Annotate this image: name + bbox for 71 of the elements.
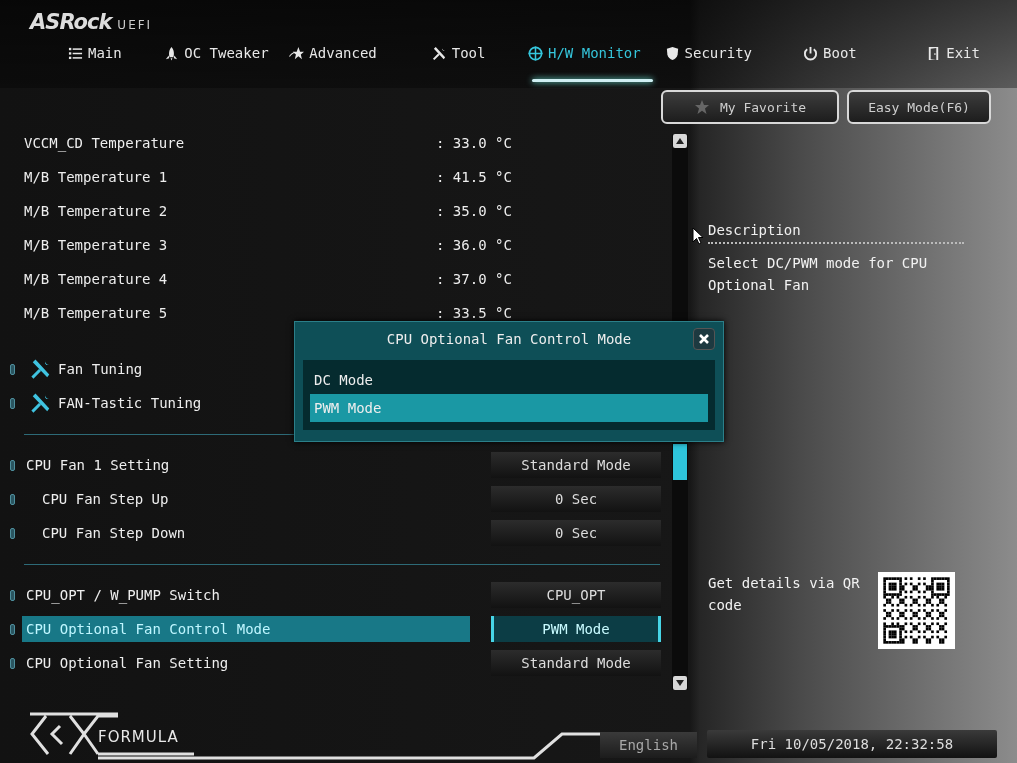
power-icon [803, 45, 819, 61]
sensor-label: M/B Temperature 2 [24, 203, 169, 219]
bullet-icon [10, 527, 15, 539]
triangle-down-icon [676, 680, 684, 686]
scroll-down-button[interactable] [673, 676, 687, 690]
crosshair-icon [528, 45, 543, 61]
formula-logo-text: FORMULA [98, 728, 179, 746]
setting-label[interactable]: CPU Fan Step Down [22, 520, 470, 546]
list-icon [68, 45, 83, 61]
date-time: Fri 10/05/2018, 22:32:58 [707, 730, 997, 758]
scroll-thumb[interactable] [673, 444, 687, 480]
bullet-icon [10, 493, 15, 505]
brand-logo: ASRock [30, 10, 112, 34]
logo-suffix: UEFI [117, 18, 153, 32]
setting-value-button[interactable]: Standard Mode [491, 650, 661, 676]
pointer-icon [692, 227, 704, 245]
sensor-reading: : 35.0 °C [436, 203, 512, 219]
triangle-up-icon [676, 138, 684, 144]
tools-icon [431, 45, 447, 61]
sensor-reading: : 37.0 °C [436, 271, 512, 287]
qr-caption: Get details via QR code [708, 574, 861, 615]
sensor-label: VCCM_CD Temperature [24, 135, 186, 151]
sensor-reading: : 36.0 °C [436, 237, 512, 253]
submenu-item[interactable]: FAN-Tastic Tuning [58, 395, 202, 411]
close-button[interactable] [693, 328, 715, 350]
setting-label[interactable]: CPU Optional Fan Setting [22, 650, 470, 676]
menu-tab[interactable]: Main [64, 40, 161, 66]
sensor-label: M/B Temperature 5 [24, 305, 169, 321]
tools-icon [30, 358, 52, 380]
tools-icon [30, 392, 52, 414]
menu-tab[interactable]: OC Tweaker [160, 40, 286, 66]
setting-value-button[interactable]: CPU_OPT [491, 582, 661, 608]
submenu-item[interactable]: Fan Tuning [58, 361, 143, 377]
setting-value-button[interactable]: 0 Sec [491, 486, 661, 512]
language-button[interactable]: English [600, 732, 697, 758]
sensor-label: M/B Temperature 4 [24, 271, 169, 287]
favorite-button[interactable]: My Favorite [661, 90, 839, 124]
description-text: Select DC/PWM mode for CPU Optional Fan [708, 254, 929, 295]
close-icon [698, 333, 710, 345]
bullet-icon [10, 589, 15, 601]
setting-label[interactable]: CPU_OPT / W_PUMP Switch [22, 582, 470, 608]
menu-tab[interactable]: Exit [922, 40, 1007, 66]
sensor-reading: : 33.5 °C [436, 305, 512, 321]
rocket-icon [164, 45, 180, 61]
bullet-icon [10, 363, 15, 375]
menu-tab[interactable]: Advanced [285, 40, 428, 66]
dialog-option[interactable]: DC Mode [310, 366, 708, 394]
sensor-reading: : 41.5 °C [436, 169, 512, 185]
setting-value-button[interactable]: PWM Mode [491, 616, 661, 642]
shield-icon [664, 45, 680, 61]
sensor-label: M/B Temperature 1 [24, 169, 169, 185]
scroll-up-button[interactable] [673, 134, 687, 148]
sensor-reading: : 33.0 °C [436, 135, 512, 151]
star-icon [693, 99, 710, 115]
description-title: Description [708, 222, 802, 238]
bullet-icon [10, 623, 15, 635]
bullet-icon [10, 459, 15, 471]
setting-label[interactable]: CPU Optional Fan Control Mode [22, 616, 470, 642]
bullet-icon [10, 657, 15, 669]
easy-mode-button[interactable]: Easy Mode(F6) [847, 90, 991, 124]
menu-tab[interactable]: Security [660, 40, 800, 66]
setting-label[interactable]: CPU Fan 1 Setting [22, 452, 470, 478]
bullet-icon [10, 397, 15, 409]
sensor-label: M/B Temperature 3 [24, 237, 169, 253]
setting-value-button[interactable]: 0 Sec [491, 520, 661, 546]
setting-value-button[interactable]: Standard Mode [491, 452, 661, 478]
setting-label[interactable]: CPU Fan Step Up [22, 486, 470, 512]
star-icon [289, 45, 305, 61]
menu-tab[interactable]: Boot [799, 40, 923, 66]
dialog-title: CPU Optional Fan Control Mode [386, 331, 632, 347]
menu-tab[interactable]: Tool [427, 40, 524, 66]
